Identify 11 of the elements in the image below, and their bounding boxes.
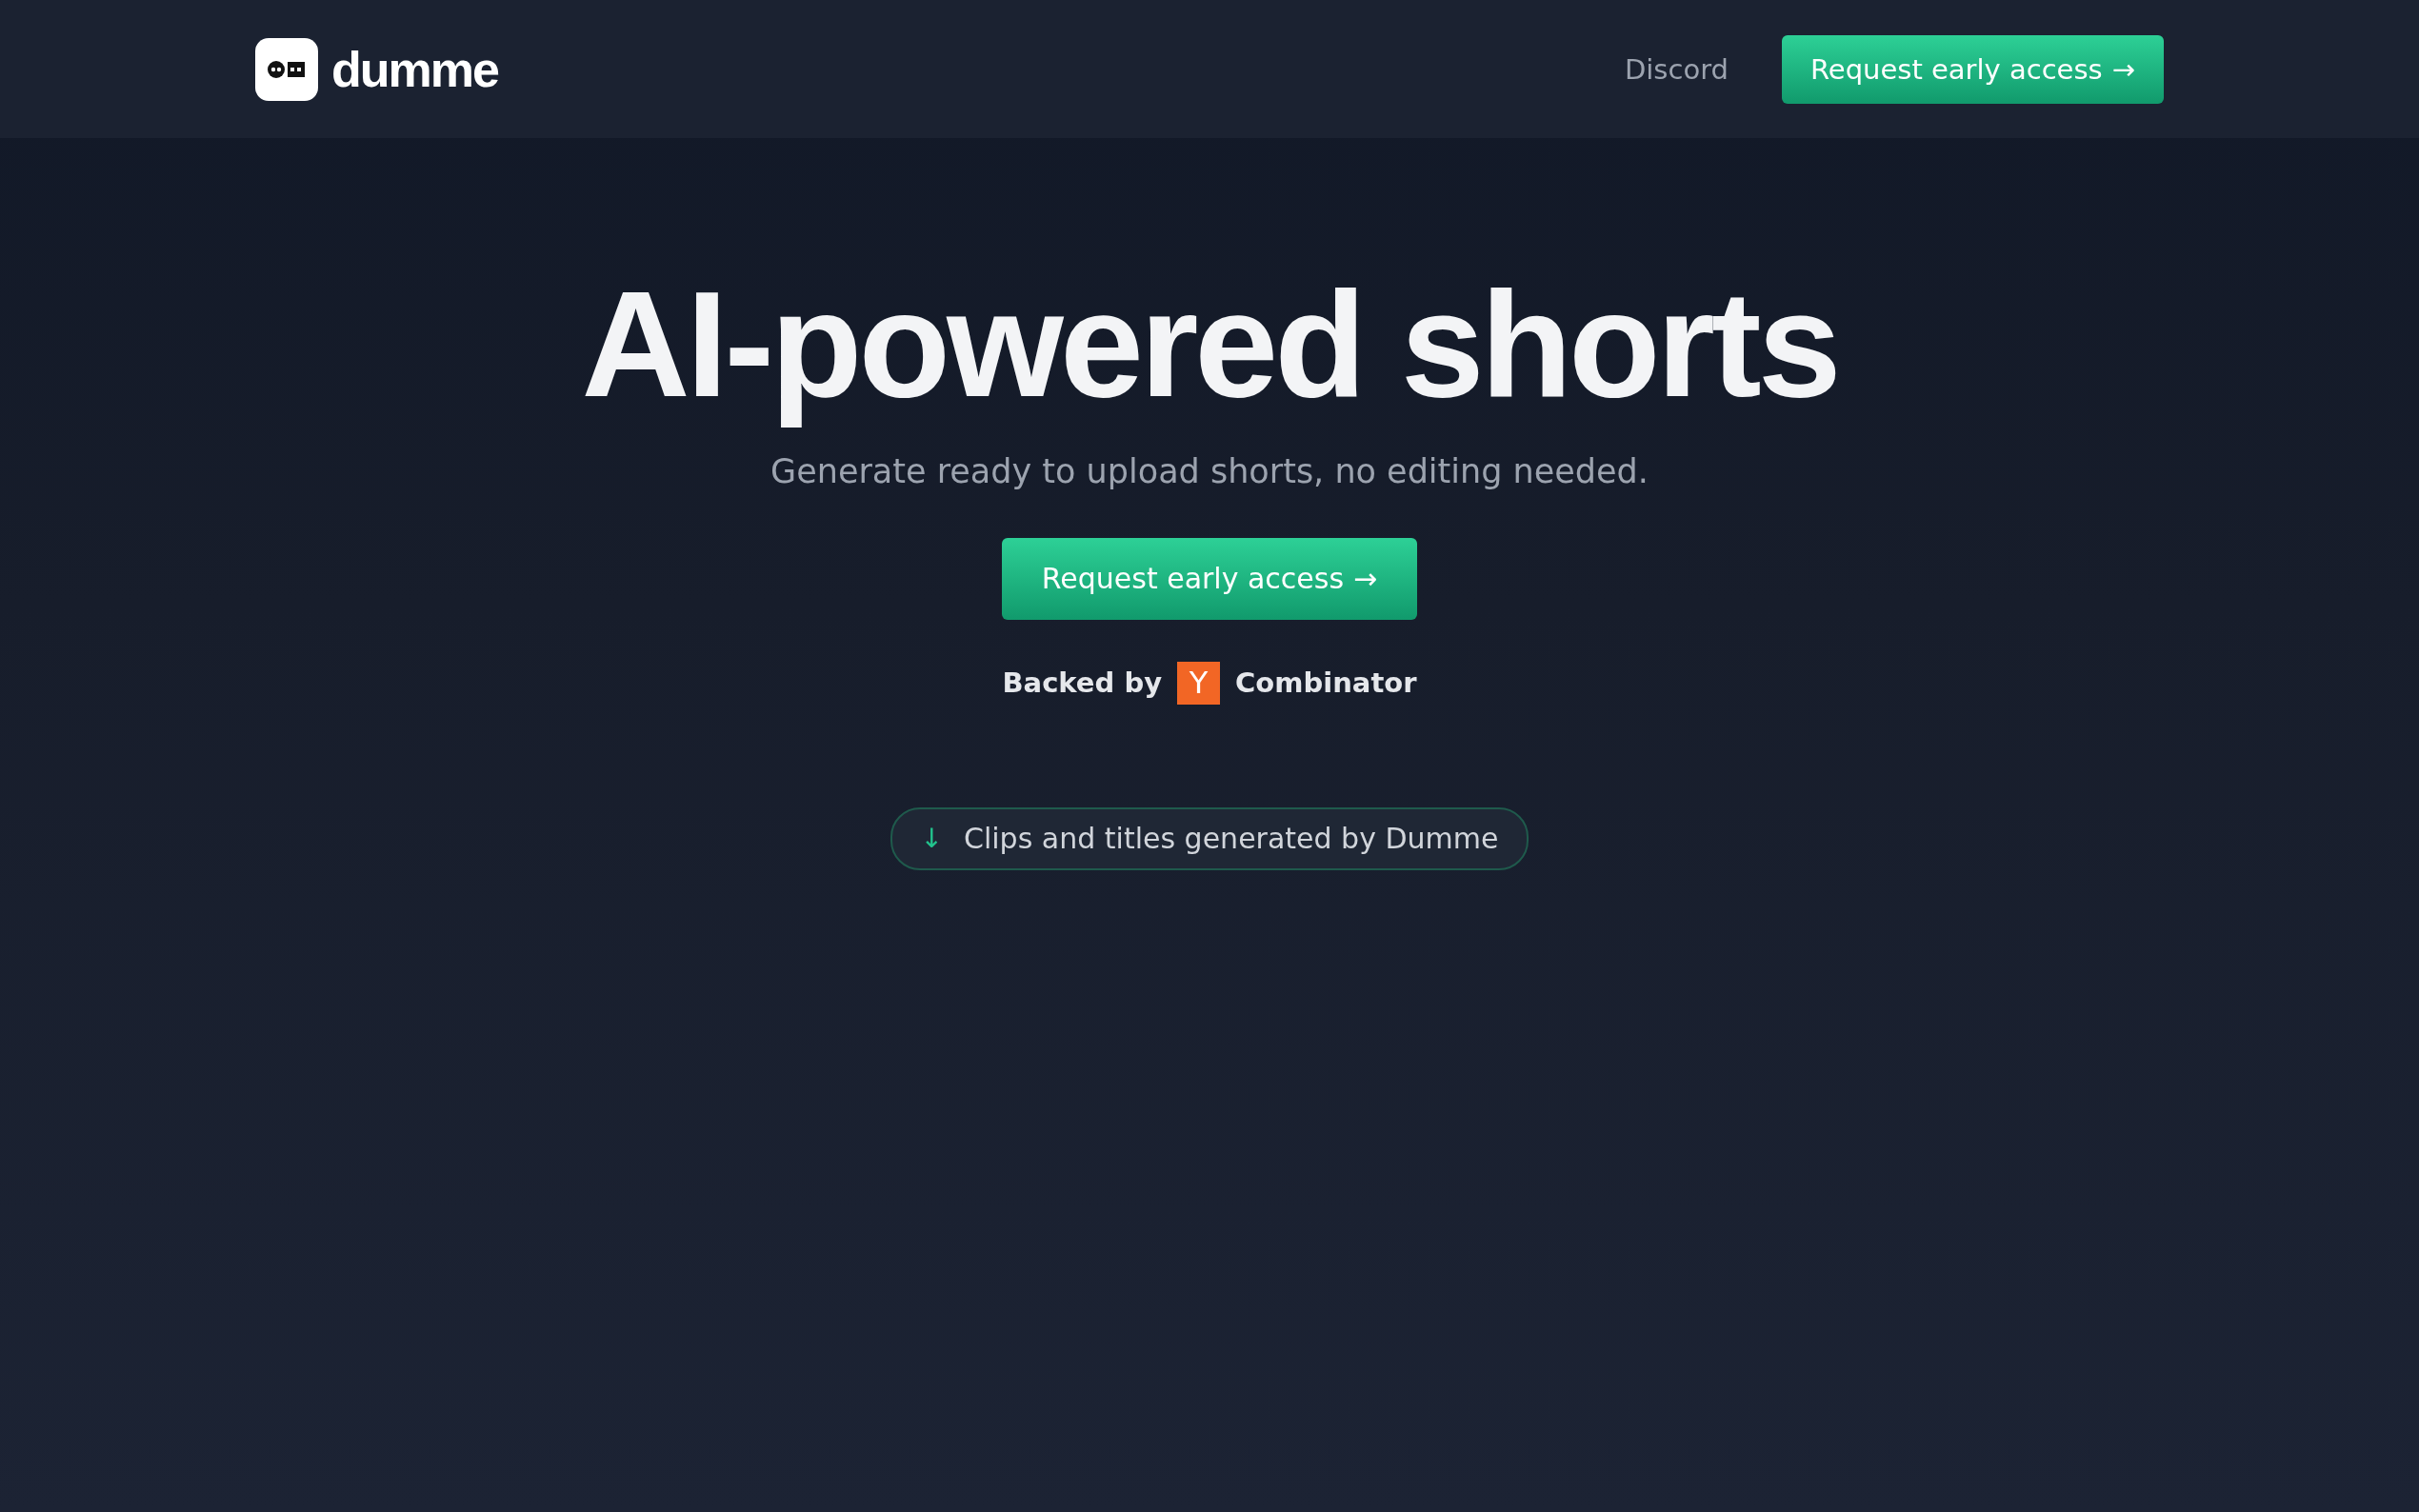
badge-label: Clips and titles generated by Dumme — [964, 822, 1499, 856]
backer-name: Combinator — [1235, 666, 1417, 700]
clips-badge[interactable]: ↓ Clips and titles generated by Dumme — [890, 806, 1529, 870]
nav-link[interactable]: Discord — [1624, 52, 1729, 86]
backed-by-label: Backed by — [1002, 666, 1163, 700]
hero-title: AI-powered shorts — [581, 262, 1838, 428]
brand-name[interactable]: dumme — [331, 40, 498, 98]
logo-icon — [255, 37, 318, 101]
down-arrow-icon: ↓ — [920, 823, 943, 855]
hero-subtitle: Generate ready to upload shorts, no editing needed. — [770, 451, 1649, 490]
yc-logo: Y — [1177, 661, 1221, 705]
